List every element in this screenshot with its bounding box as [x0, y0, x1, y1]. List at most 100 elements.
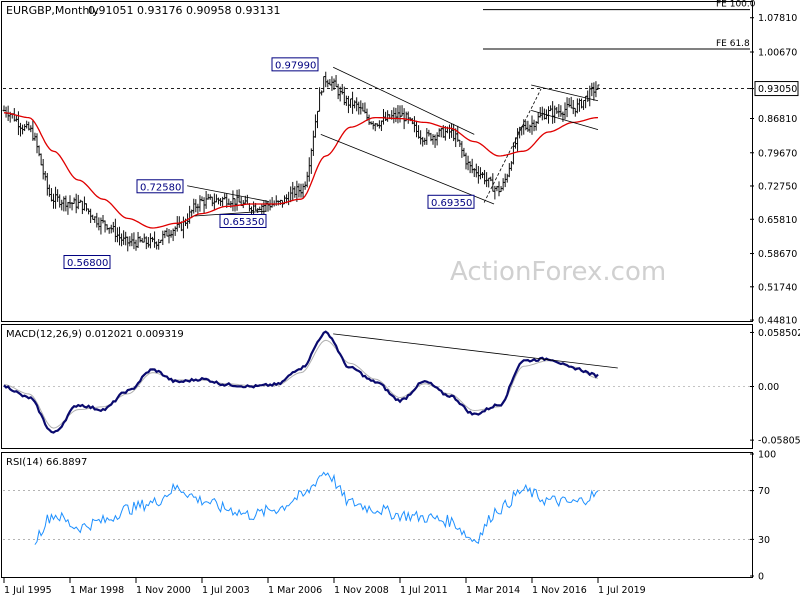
price-bar — [485, 172, 489, 188]
eurgbp-monthly-chart: EURGBP,Monthly 0.91051 0.93176 0.90958 0… — [1, 0, 800, 596]
price-bar — [423, 137, 427, 145]
price-bar — [101, 214, 105, 224]
macd-line — [3, 330, 599, 434]
rsi-y-tick-label: 30 — [758, 535, 770, 546]
price-bar — [501, 178, 505, 191]
price-bar — [392, 107, 396, 124]
price-bar — [487, 177, 491, 188]
price-bar — [518, 126, 522, 139]
price-bar — [516, 128, 520, 153]
price-bar — [157, 239, 161, 250]
price-bar — [204, 190, 208, 209]
price-bar — [474, 163, 478, 178]
price-bar — [210, 196, 214, 207]
price-bar — [136, 231, 140, 248]
price-bar — [262, 201, 266, 214]
low-2000-label-text: 0.56800 — [67, 258, 108, 269]
price-bar — [466, 155, 470, 171]
price-bar — [214, 194, 218, 203]
axis-layer: 1.07810 1.00670 0.93050 0.86810 0.79670 0.727… — [3, 13, 800, 596]
price-bar — [421, 136, 425, 147]
price-bar — [291, 181, 295, 202]
price-bar — [165, 227, 169, 237]
price-bar — [435, 132, 439, 146]
price-bar — [334, 75, 338, 88]
price-bar — [177, 216, 181, 228]
price-y-tick-label: 0.72750 — [758, 181, 797, 192]
price-bar — [194, 199, 198, 213]
fib-extension-label: FE 100.0 — [716, 0, 756, 10]
price-bar — [412, 116, 416, 133]
price-bar — [318, 87, 322, 112]
price-bar — [346, 95, 350, 114]
price-bar — [103, 220, 107, 233]
rsi-y-tick-label: 70 — [758, 486, 770, 497]
price-bar — [532, 119, 536, 132]
price-bar — [299, 183, 303, 198]
price-bar — [503, 173, 507, 188]
price-bar — [419, 130, 423, 145]
rsi-layer — [3, 471, 750, 545]
price-bar — [266, 201, 270, 212]
price-bar — [571, 99, 575, 115]
price-bar — [439, 127, 443, 138]
watermark: ActionForex.com — [450, 257, 666, 287]
price-bar — [107, 227, 111, 234]
price-y-tick-label: 0.79670 — [758, 148, 797, 159]
price-y-tick-label: 1.00670 — [758, 47, 797, 58]
price-bar — [97, 217, 101, 231]
price-bar — [536, 112, 540, 125]
price-bar — [330, 76, 334, 91]
price-bar — [235, 189, 239, 211]
price-bar — [311, 130, 315, 156]
price-y-tick-label: 0.65810 — [758, 215, 797, 226]
price-y-tick-label: 0.86810 — [758, 114, 797, 125]
ohlc-values: 0.91051 0.93176 0.90958 0.93131 — [88, 4, 280, 17]
price-bar — [128, 236, 132, 247]
rsi-line — [34, 471, 599, 545]
price-bar — [507, 163, 511, 178]
low-2000-label: 0.56800 — [63, 255, 111, 270]
price-bar — [505, 173, 509, 183]
price-bar — [470, 158, 474, 174]
price-bar — [301, 183, 305, 199]
price-bar — [169, 230, 173, 238]
price-bar — [23, 124, 27, 132]
price-bar — [45, 172, 49, 196]
price-bar — [427, 129, 431, 137]
price-bar — [293, 186, 297, 198]
price-bar — [320, 90, 324, 96]
price-bar — [39, 153, 43, 166]
price-bar — [219, 198, 223, 206]
price-bar — [538, 107, 542, 118]
x-tick-label: 1 Mar 2006 — [268, 585, 322, 596]
price-bar — [167, 228, 171, 244]
rsi-panel-frame — [1, 452, 753, 578]
price-bar — [231, 190, 235, 212]
rsi-y-tick-label: 0 — [758, 572, 764, 583]
price-bar — [575, 98, 579, 114]
low-2015-label: 0.69350 — [427, 194, 475, 209]
price-bar — [567, 97, 571, 108]
price-bar — [245, 194, 249, 205]
price-bar — [415, 120, 418, 138]
price-bar — [394, 107, 398, 123]
price-bar — [148, 233, 152, 249]
price-bar — [58, 194, 62, 208]
price-bar — [270, 197, 274, 208]
price-bar — [476, 166, 480, 184]
price-bar — [287, 191, 291, 206]
price-bar — [217, 197, 220, 205]
price-bar — [431, 134, 435, 145]
macd-layer — [3, 330, 750, 434]
price-bar — [181, 216, 185, 239]
price-bar — [134, 239, 138, 251]
peak-2008-label-text: 0.97990 — [275, 60, 316, 71]
price-bar — [60, 199, 64, 211]
macd-signal-line — [3, 339, 599, 429]
price-bar — [359, 100, 363, 115]
price-bar — [19, 122, 22, 137]
price-bar — [49, 188, 53, 202]
price-bar — [124, 231, 128, 246]
price-bar — [95, 212, 99, 228]
